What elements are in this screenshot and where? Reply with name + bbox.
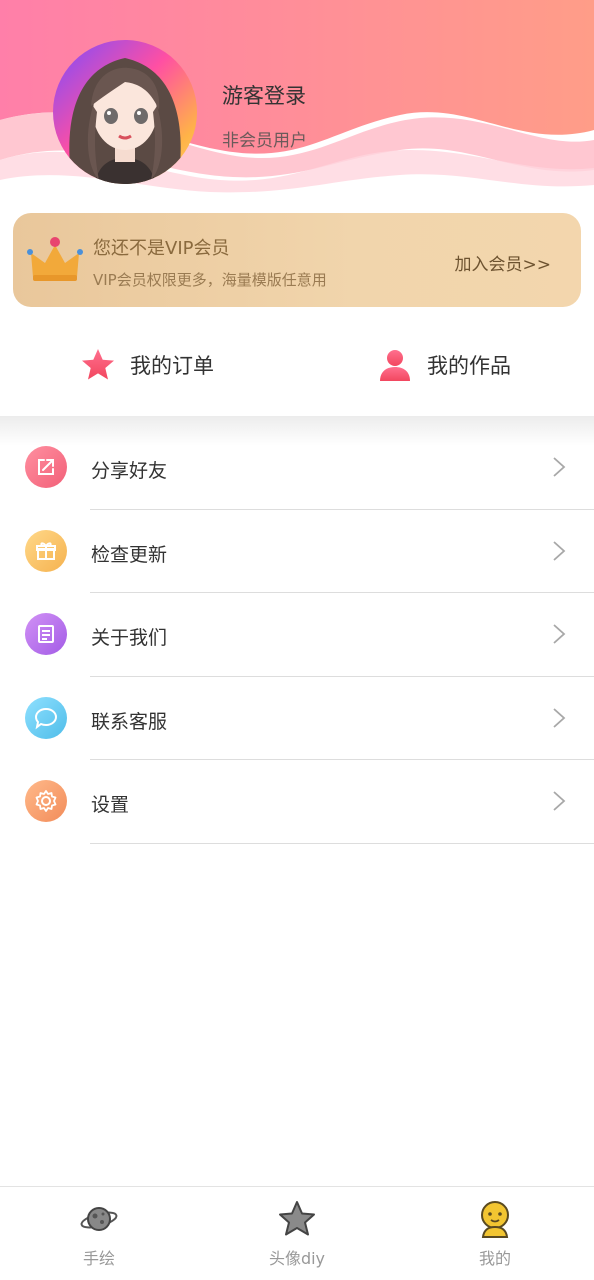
star-icon [279,1201,315,1236]
menu-item-share[interactable]: 分享好友 [0,426,594,510]
join-vip-button[interactable]: 加入会员>> [455,250,552,275]
tab-label-mine: 我的 [478,1249,511,1268]
tab-hand-drawn[interactable]: 手绘 [0,1187,198,1280]
membership-status: 非会员用户 [222,131,307,151]
quick-actions: 我的订单 我的作品 [0,330,594,400]
menu-item-customer-service[interactable]: 联系客服 [0,677,594,760]
menu-label-customer-service: 联系客服 [91,710,168,733]
my-orders-button[interactable]: 我的订单 [80,330,214,400]
menu-label-check-update: 检查更新 [91,543,168,566]
menu-label-settings: 设置 [91,794,130,816]
crown-icon [27,237,83,281]
vip-title: 您还不是VIP会员 [93,238,230,259]
girl-avatar-illustration [69,58,181,184]
tab-mine[interactable]: 我的 [396,1187,594,1280]
chevron-right-icon [553,707,566,728]
menu-label-share: 分享好友 [91,460,168,482]
gear-icon [25,780,67,822]
gift-icon [25,529,67,572]
my-works-label: 我的作品 [427,354,511,378]
my-works-button[interactable]: 我的作品 [377,330,511,400]
user-name[interactable]: 游客登录 [222,80,306,110]
share-icon [25,446,67,488]
document-icon [25,613,67,655]
chevron-right-icon [553,624,566,644]
character-icon [481,1201,509,1238]
chevron-right-icon [553,540,566,561]
settings-menu: 分享好友 检查更新 关于我们 联系客服 设置 [0,426,594,844]
menu-item-check-update[interactable]: 检查更新 [0,510,594,593]
tab-avatar-diy[interactable]: 头像diy [198,1187,396,1280]
my-orders-label: 我的订单 [130,354,214,378]
tab-label-hand-drawn: 手绘 [82,1249,115,1268]
bottom-tab-bar: 手绘 头像diy 我的 [0,1186,594,1280]
menu-item-settings[interactable]: 设置 [0,760,594,844]
planet-icon [80,1207,118,1231]
star-icon [82,349,114,380]
vip-subtitle: VIP会员权限更多，海量模版任意用 [93,271,327,289]
chevron-right-icon [553,457,566,477]
tab-label-avatar-diy: 头像diy [268,1249,326,1268]
user-avatar[interactable] [53,40,197,184]
row-divider [90,842,594,844]
chat-bubble-icon [25,696,67,739]
menu-item-about[interactable]: 关于我们 [0,593,594,677]
menu-label-about: 关于我们 [91,627,168,649]
person-icon [380,350,410,381]
vip-banner[interactable]: 您还不是VIP会员 VIP会员权限更多，海量模版任意用 加入会员>> [13,213,581,307]
chevron-right-icon [553,791,566,811]
profile-header: 游客登录 非会员用户 [0,0,594,200]
